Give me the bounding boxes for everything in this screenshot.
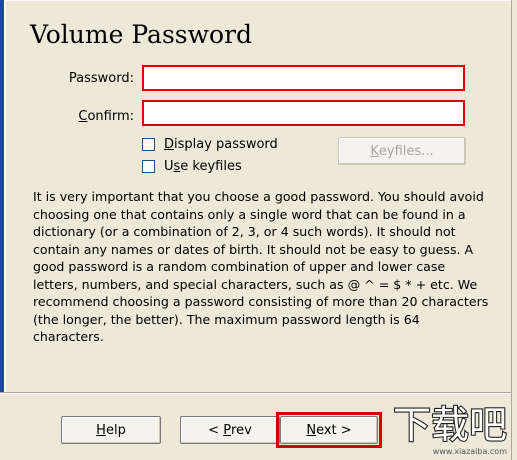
help-button-label: elp (105, 422, 126, 438)
xiazaiba-watermark: 下载吧 www.xiazaiba.com (387, 400, 513, 456)
prev-button-prefix: < (208, 422, 224, 438)
bottom-separator (0, 392, 511, 394)
use-keyfiles-prefix: U (164, 158, 174, 174)
next-button-label: ext > (316, 422, 352, 438)
xiazaiba-logo-icon: 下载吧 (392, 402, 508, 448)
display-password-option[interactable]: Display password (142, 135, 278, 153)
prev-button-label: rev (231, 422, 252, 438)
confirm-label-rest: onfirm: (87, 109, 134, 124)
prev-button-accel: P (223, 422, 232, 438)
right-border (511, 0, 517, 460)
keyfiles-button[interactable]: Keyfiles... (338, 137, 466, 165)
help-button-accel: H (96, 422, 106, 438)
display-password-label: isplay password (174, 136, 278, 152)
confirm-label: Confirm: (14, 109, 134, 124)
top-border (6, 0, 511, 1)
next-button[interactable]: Next > (280, 416, 378, 444)
display-password-accel: D (164, 136, 175, 152)
password-label: Password: (14, 71, 134, 86)
watermark-url: www.xiazaiba.com (432, 447, 507, 456)
watermark-brand: 下载吧 (393, 403, 507, 446)
keyfiles-button-label: eyfiles... (378, 143, 434, 159)
prev-button[interactable]: < Prev (180, 416, 280, 444)
use-keyfiles-checkbox[interactable] (142, 159, 155, 173)
use-keyfiles-label: e keyfiles (180, 158, 242, 174)
page-title: Volume Password (30, 20, 253, 49)
password-help-text: It is very important that you choose a g… (33, 189, 489, 344)
use-keyfiles-option[interactable]: Use keyfiles (142, 157, 242, 175)
password-label-text: Password: (68, 71, 134, 86)
confirm-input[interactable] (142, 100, 465, 126)
help-button[interactable]: Help (61, 416, 161, 444)
keyfiles-button-accel: K (370, 143, 379, 159)
display-password-checkbox[interactable] (142, 137, 155, 151)
password-input[interactable] (142, 65, 465, 91)
next-button-accel: N (306, 422, 317, 438)
volume-password-dialog: Volume Password Password: Confirm: Displ… (0, 0, 517, 460)
side-panel-border (4, 0, 6, 392)
use-keyfiles-accel: s (173, 158, 181, 174)
